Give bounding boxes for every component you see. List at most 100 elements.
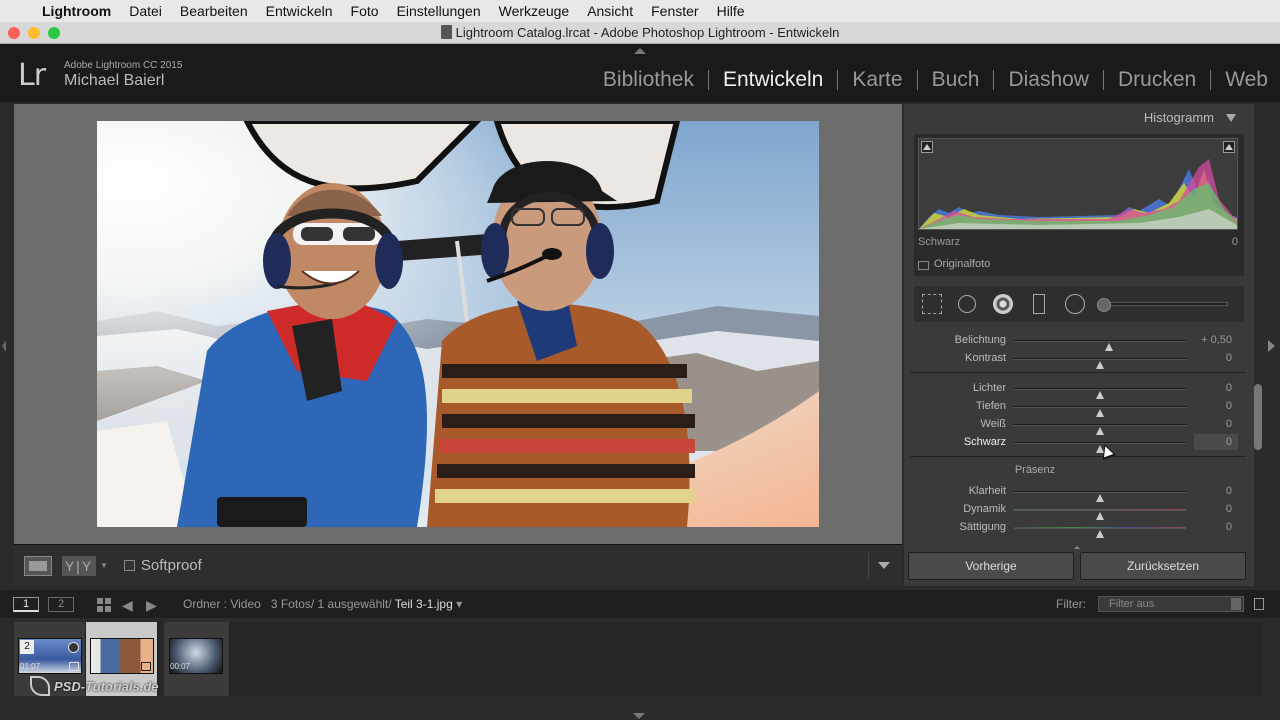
module-buch[interactable]: Buch	[918, 69, 995, 90]
panel-end-icon	[1074, 546, 1080, 549]
module-diashow[interactable]: Diashow	[994, 69, 1104, 90]
slider-tiefen[interactable]: Tiefen 0	[910, 398, 1240, 417]
window-title-bar: Lightroom Catalog.lrcat - Adobe Photosho…	[0, 22, 1280, 44]
minimize-window-button[interactable]	[28, 27, 40, 39]
section-divider	[910, 372, 1246, 373]
slider-thumb[interactable]	[1096, 361, 1104, 369]
crop-overlay-icon[interactable]	[922, 294, 942, 314]
filmstrip-source[interactable]: Ordner : Video 3 Fotos/ 1 ausgewählt/ Te…	[183, 597, 462, 611]
slider-lichter[interactable]: Lichter 0	[910, 380, 1240, 399]
filter-select[interactable]: Filter aus	[1098, 596, 1244, 612]
histogram-curves	[919, 159, 1237, 229]
histogram-collapse-icon[interactable]	[1226, 114, 1236, 122]
loupe-view-button[interactable]	[24, 555, 52, 576]
filmstrip-bar: 1 2 ◀ ▶ Ordner : Video 3 Fotos/ 1 ausgew…	[0, 590, 1280, 618]
red-eye-correction-icon[interactable]	[992, 293, 1014, 315]
secondary-display-button[interactable]: 2	[48, 597, 74, 612]
document-icon	[440, 25, 452, 39]
section-divider	[910, 456, 1246, 457]
photo-preview[interactable]	[97, 121, 819, 527]
before-after-dropdown-icon[interactable]: ▼	[100, 561, 108, 570]
edited-badge-icon	[141, 662, 151, 671]
right-panel-scrollbar[interactable]	[1254, 384, 1262, 450]
menu-app[interactable]: Lightroom	[42, 3, 111, 19]
identity-user: Michael Baierl	[64, 72, 165, 89]
adjustment-brush-slider[interactable]	[1097, 298, 1228, 312]
identity-product: Adobe Lightroom CC 2015	[64, 60, 183, 71]
video-duration: 00:07	[170, 662, 191, 671]
slider-saettigung[interactable]: Sättigung 0	[910, 519, 1240, 538]
menu-ansicht[interactable]: Ansicht	[587, 3, 633, 19]
module-web[interactable]: Web	[1211, 69, 1270, 90]
develop-right-panel: Histogramm Schwarz 0 Originalfoto Belich…	[904, 104, 1254, 586]
filter-label: Filter:	[1056, 597, 1086, 611]
reset-button[interactable]: Zurücksetzen	[1080, 552, 1246, 580]
menu-bar: Lightroom Datei Bearbeiten Entwickeln Fo…	[0, 0, 1280, 22]
slider-belichtung[interactable]: Belichtung + 0,50	[910, 332, 1240, 351]
photo-preview-area[interactable]	[14, 104, 902, 544]
slider-dynamik[interactable]: Dynamik 0	[910, 501, 1240, 520]
filter-stepper-icon[interactable]	[1231, 598, 1241, 610]
stack-badge-icon	[69, 662, 79, 671]
basic-panel: Belichtung + 0,50 Kontrast 0 Lichter 0 T…	[910, 328, 1246, 540]
presence-section-label: Präsenz	[1014, 464, 1056, 476]
bottom-panel-toggle-icon[interactable]	[633, 713, 645, 719]
graduated-filter-icon[interactable]	[1028, 293, 1050, 315]
menu-werkzeuge[interactable]: Werkzeuge	[499, 3, 570, 19]
menu-entwickeln[interactable]: Entwickeln	[266, 3, 333, 19]
close-window-button[interactable]	[8, 27, 20, 39]
filmstrip-thumb-3[interactable]: 00:07	[164, 622, 230, 696]
slider-kontrast[interactable]: Kontrast 0	[910, 350, 1240, 369]
previous-arrow-icon[interactable]: ◀	[122, 597, 133, 614]
module-karte[interactable]: Karte	[838, 69, 918, 90]
slider-weiss[interactable]: Weiß 0	[910, 416, 1240, 435]
menu-datei[interactable]: Datei	[129, 3, 162, 19]
window-controls	[8, 27, 60, 39]
lightroom-logo: Lr	[18, 58, 46, 93]
primary-display-button[interactable]: 1	[13, 597, 39, 612]
menu-einstellungen[interactable]: Einstellungen	[397, 3, 481, 19]
current-file: Teil 3-1.jpg	[394, 597, 453, 611]
video-badge-icon	[68, 642, 79, 653]
app-menu: Lightroom Datei Bearbeiten Entwickeln Fo…	[42, 3, 763, 19]
tool-strip	[914, 286, 1244, 322]
panel-buttons: Vorherige Zurücksetzen	[908, 552, 1246, 580]
filter-lock-icon[interactable]	[1254, 598, 1264, 610]
histogram-readout-label: Schwarz	[918, 236, 961, 248]
before-after-button[interactable]: Y|Y	[62, 555, 96, 576]
grid-view-icon[interactable]	[97, 598, 111, 612]
menu-fenster[interactable]: Fenster	[651, 3, 698, 19]
module-drucken[interactable]: Drucken	[1104, 69, 1212, 90]
filter-value: Filter aus	[1109, 598, 1155, 610]
right-panel-toggle-icon[interactable]	[1268, 340, 1275, 352]
histogram-graph[interactable]	[918, 138, 1238, 230]
histogram-header[interactable]: Histogramm	[904, 104, 1250, 132]
toolbar-divider	[868, 553, 869, 579]
histogram-title: Histogramm	[1143, 110, 1214, 125]
spot-removal-icon[interactable]	[956, 293, 978, 315]
source-dropdown-icon[interactable]: ▾	[456, 597, 462, 611]
radial-filter-icon[interactable]	[1064, 293, 1086, 315]
watermark: PSD-Tutorials.de	[30, 676, 159, 696]
menu-bearbeiten[interactable]: Bearbeiten	[180, 3, 248, 19]
previous-button[interactable]: Vorherige	[908, 552, 1074, 580]
watermark-logo-icon	[30, 676, 50, 696]
slider-klarheit[interactable]: Klarheit 0	[910, 483, 1240, 502]
menu-hilfe[interactable]: Hilfe	[717, 3, 745, 19]
next-arrow-icon[interactable]: ▶	[146, 597, 157, 614]
slider-schwarz[interactable]: Schwarz 0	[910, 434, 1240, 453]
module-picker: Bibliothek Entwickeln Karte Buch Diashow…	[589, 69, 1270, 90]
softproof-checkbox[interactable]	[123, 560, 135, 571]
original-photo-checkbox[interactable]	[918, 261, 929, 270]
top-panel-toggle-icon[interactable]	[634, 48, 646, 54]
left-panel-toggle-icon[interactable]	[2, 340, 6, 352]
menu-foto[interactable]: Foto	[351, 3, 379, 19]
module-entwickeln[interactable]: Entwickeln	[709, 69, 839, 90]
zoom-window-button[interactable]	[48, 27, 60, 39]
slider-thumb[interactable]	[1096, 530, 1104, 538]
window-title: Lightroom Catalog.lrcat - Adobe Photosho…	[455, 25, 840, 40]
toolbar-menu-icon[interactable]	[878, 562, 890, 569]
stack-count-badge[interactable]: 2	[20, 640, 34, 654]
module-bibliothek[interactable]: Bibliothek	[589, 69, 709, 90]
source-folder: Ordner : Video	[183, 597, 261, 611]
